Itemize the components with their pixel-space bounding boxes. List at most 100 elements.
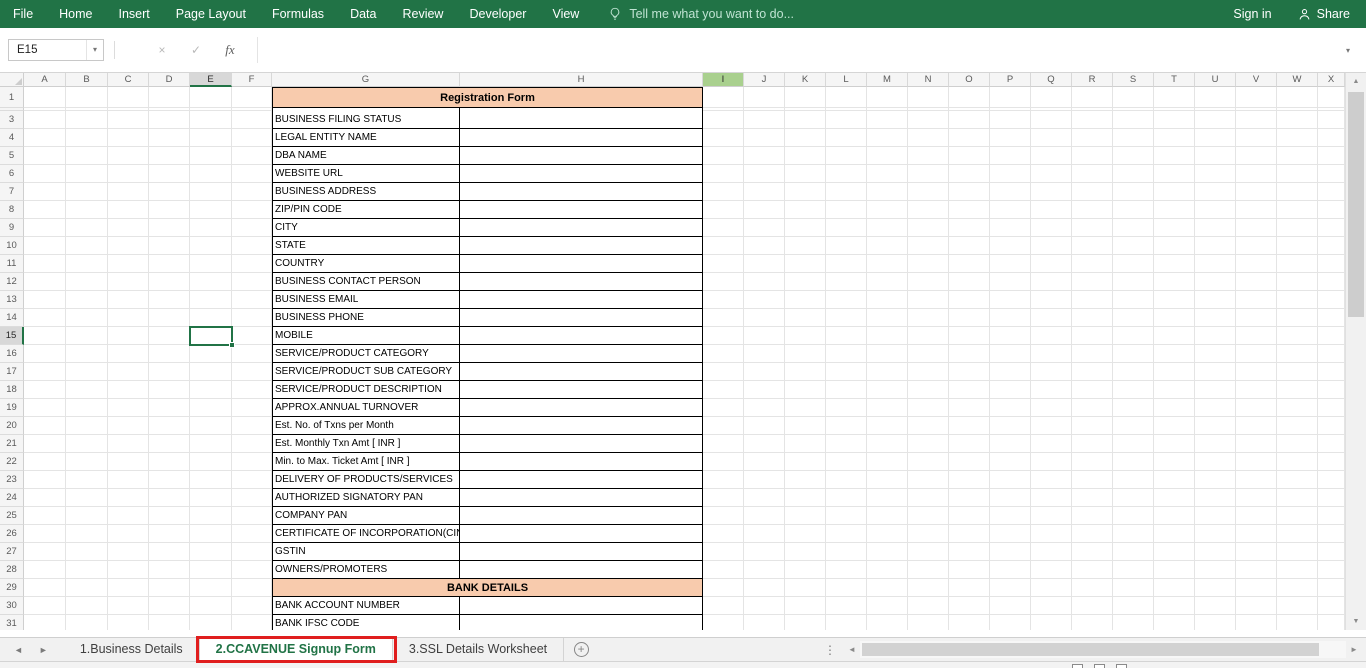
cell-B24[interactable]: [66, 489, 108, 507]
cell-F31[interactable]: [232, 615, 272, 630]
cell-I11[interactable]: [703, 255, 744, 273]
cell-C28[interactable]: [108, 561, 149, 579]
cell-F24[interactable]: [232, 489, 272, 507]
cell-B31[interactable]: [66, 615, 108, 630]
form-label-cell-country[interactable]: COUNTRY: [272, 255, 460, 273]
cell-C21[interactable]: [108, 435, 149, 453]
cell-Q3[interactable]: [1031, 111, 1072, 129]
cell-Q18[interactable]: [1031, 381, 1072, 399]
row-header-18[interactable]: 18: [0, 381, 24, 399]
form-input-cell-service-product-category[interactable]: [460, 345, 703, 363]
cell-V29[interactable]: [1236, 579, 1277, 597]
form-input-cell-gstin[interactable]: [460, 543, 703, 561]
cell-M31[interactable]: [867, 615, 908, 630]
cell-Q22[interactable]: [1031, 453, 1072, 471]
cell-Q25[interactable]: [1031, 507, 1072, 525]
cell-D1[interactable]: [149, 87, 190, 108]
form-input-cell-est-monthly-txn-amt-inr[interactable]: [460, 435, 703, 453]
column-header-O[interactable]: O: [949, 73, 990, 87]
cell-U11[interactable]: [1195, 255, 1236, 273]
row-header-14[interactable]: 14: [0, 309, 24, 327]
cell-Q26[interactable]: [1031, 525, 1072, 543]
cell-F14[interactable]: [232, 309, 272, 327]
cell-R22[interactable]: [1072, 453, 1113, 471]
cell-E6[interactable]: [190, 165, 232, 183]
cell-L7[interactable]: [826, 183, 867, 201]
form-label-cell-service-product-category[interactable]: SERVICE/PRODUCT CATEGORY: [272, 345, 460, 363]
cell-B10[interactable]: [66, 237, 108, 255]
cell-W5[interactable]: [1277, 147, 1318, 165]
cell-V11[interactable]: [1236, 255, 1277, 273]
form-input-cell-mobile[interactable]: [460, 327, 703, 345]
cell-O10[interactable]: [949, 237, 990, 255]
cell-K27[interactable]: [785, 543, 826, 561]
cell-W23[interactable]: [1277, 471, 1318, 489]
cell-S12[interactable]: [1113, 273, 1154, 291]
cell-U19[interactable]: [1195, 399, 1236, 417]
cell-P24[interactable]: [990, 489, 1031, 507]
cell-R16[interactable]: [1072, 345, 1113, 363]
cell-S24[interactable]: [1113, 489, 1154, 507]
cell-U28[interactable]: [1195, 561, 1236, 579]
cell-D24[interactable]: [149, 489, 190, 507]
cell-F15[interactable]: [232, 327, 272, 345]
cell-A12[interactable]: [24, 273, 66, 291]
cell-R20[interactable]: [1072, 417, 1113, 435]
cell-D23[interactable]: [149, 471, 190, 489]
cell-C5[interactable]: [108, 147, 149, 165]
ribbon-tab-file[interactable]: File: [0, 0, 46, 28]
cell-P18[interactable]: [990, 381, 1031, 399]
cell-O23[interactable]: [949, 471, 990, 489]
cell-F30[interactable]: [232, 597, 272, 615]
cell-S16[interactable]: [1113, 345, 1154, 363]
cell-O18[interactable]: [949, 381, 990, 399]
cell-O22[interactable]: [949, 453, 990, 471]
form-label-cell-legal-entity-name[interactable]: LEGAL ENTITY NAME: [272, 129, 460, 147]
cell-V24[interactable]: [1236, 489, 1277, 507]
cell-E29[interactable]: [190, 579, 232, 597]
cell-S27[interactable]: [1113, 543, 1154, 561]
column-header-M[interactable]: M: [867, 73, 908, 87]
cell-B6[interactable]: [66, 165, 108, 183]
vertical-scroll-thumb[interactable]: [1348, 92, 1364, 317]
cell-B25[interactable]: [66, 507, 108, 525]
cell-X26[interactable]: [1318, 525, 1345, 543]
cell-O24[interactable]: [949, 489, 990, 507]
cell-P20[interactable]: [990, 417, 1031, 435]
cell-B9[interactable]: [66, 219, 108, 237]
cell-X22[interactable]: [1318, 453, 1345, 471]
cell-S20[interactable]: [1113, 417, 1154, 435]
cell-X16[interactable]: [1318, 345, 1345, 363]
form-label-cell-approx-annual-turnover[interactable]: APPROX.ANNUAL TURNOVER: [272, 399, 460, 417]
cell-B23[interactable]: [66, 471, 108, 489]
cell-V25[interactable]: [1236, 507, 1277, 525]
cell-V13[interactable]: [1236, 291, 1277, 309]
cell-W20[interactable]: [1277, 417, 1318, 435]
cell-U16[interactable]: [1195, 345, 1236, 363]
cell-D25[interactable]: [149, 507, 190, 525]
cell-W22[interactable]: [1277, 453, 1318, 471]
cell-B20[interactable]: [66, 417, 108, 435]
cell-N31[interactable]: [908, 615, 949, 630]
cell-J5[interactable]: [744, 147, 785, 165]
cell-C10[interactable]: [108, 237, 149, 255]
cell-F11[interactable]: [232, 255, 272, 273]
cell-J18[interactable]: [744, 381, 785, 399]
ribbon-tab-formulas[interactable]: Formulas: [259, 0, 337, 28]
cell-P10[interactable]: [990, 237, 1031, 255]
cell-Q15[interactable]: [1031, 327, 1072, 345]
cell-N27[interactable]: [908, 543, 949, 561]
cell-U9[interactable]: [1195, 219, 1236, 237]
formula-bar-expand-icon[interactable]: ▾: [1338, 46, 1358, 55]
cell-N10[interactable]: [908, 237, 949, 255]
cell-D8[interactable]: [149, 201, 190, 219]
cell-T12[interactable]: [1154, 273, 1195, 291]
cell-S11[interactable]: [1113, 255, 1154, 273]
cell-S22[interactable]: [1113, 453, 1154, 471]
cell-N24[interactable]: [908, 489, 949, 507]
cell-U3[interactable]: [1195, 111, 1236, 129]
cell-F21[interactable]: [232, 435, 272, 453]
add-sheet-button[interactable]: +: [564, 638, 598, 661]
cell-R6[interactable]: [1072, 165, 1113, 183]
form-input-cell-est-no-of-txns-per-month[interactable]: [460, 417, 703, 435]
